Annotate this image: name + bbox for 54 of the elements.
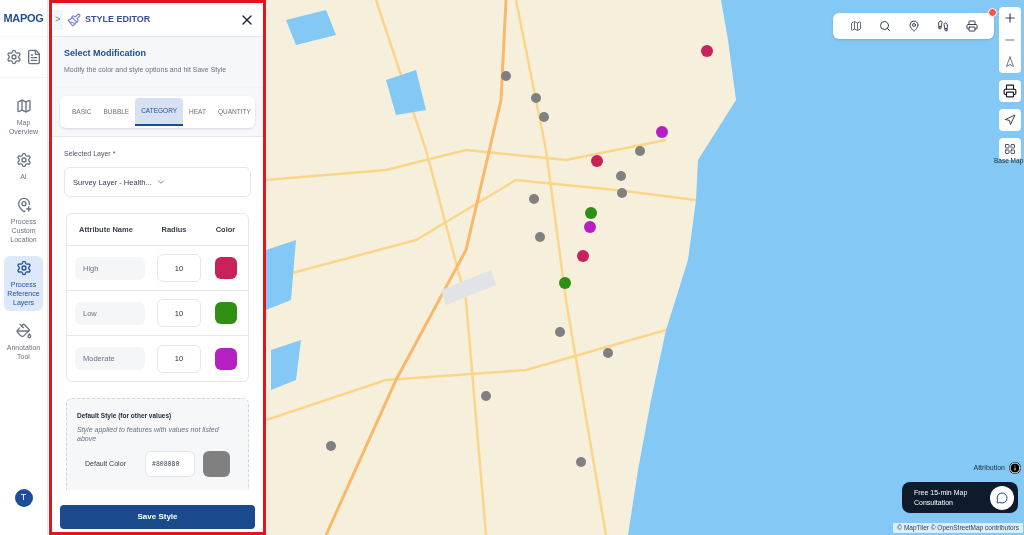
map-marker[interactable] bbox=[635, 146, 645, 156]
grid-icon bbox=[1004, 143, 1016, 155]
map-marker[interactable] bbox=[531, 93, 541, 103]
print-icon[interactable] bbox=[965, 20, 978, 32]
color-swatch[interactable] bbox=[214, 257, 237, 280]
map-marker[interactable] bbox=[585, 207, 597, 219]
avatar[interactable]: T bbox=[14, 489, 33, 507]
document-icon[interactable] bbox=[25, 49, 42, 65]
print-button[interactable] bbox=[999, 80, 1021, 102]
map-icon bbox=[15, 98, 32, 114]
map-marker[interactable] bbox=[591, 155, 603, 167]
map-marker[interactable] bbox=[501, 71, 511, 81]
logo: MAPOG bbox=[3, 10, 44, 26]
map-marker[interactable] bbox=[656, 126, 668, 138]
expand-button[interactable]: > bbox=[53, 9, 63, 30]
gear-icon bbox=[15, 152, 32, 168]
panel-title: STYLE EDITOR bbox=[85, 12, 151, 26]
map-marker[interactable] bbox=[701, 45, 713, 57]
save-style-button[interactable]: Save Style bbox=[60, 505, 255, 529]
map-marker[interactable] bbox=[616, 171, 626, 181]
brush-icon bbox=[67, 12, 81, 27]
map-marker[interactable] bbox=[539, 112, 549, 122]
map-marker[interactable] bbox=[555, 327, 565, 337]
section-title: Select Modification bbox=[64, 47, 147, 60]
pin-icon[interactable] bbox=[907, 20, 920, 32]
navigation-icon bbox=[1004, 114, 1016, 126]
close-badge[interactable] bbox=[988, 8, 997, 17]
map-marker[interactable] bbox=[529, 194, 539, 204]
color-swatch[interactable] bbox=[214, 347, 237, 370]
map-marker[interactable] bbox=[603, 348, 613, 358]
base-map-button[interactable] bbox=[999, 138, 1021, 160]
info-icon[interactable] bbox=[1009, 462, 1021, 474]
pin-icon bbox=[15, 197, 32, 213]
print-icon bbox=[1003, 84, 1017, 98]
map-marker[interactable] bbox=[559, 277, 571, 289]
map-marker[interactable] bbox=[617, 188, 627, 198]
search-icon[interactable] bbox=[878, 20, 891, 32]
map-marker[interactable] bbox=[584, 221, 596, 233]
map-marker[interactable] bbox=[576, 457, 586, 467]
locate-button[interactable] bbox=[999, 109, 1021, 131]
map-marker[interactable] bbox=[326, 441, 336, 451]
paint-bucket-icon bbox=[15, 323, 32, 339]
map-icon[interactable] bbox=[849, 20, 862, 32]
compass-icon[interactable] bbox=[1004, 56, 1016, 68]
map-marker[interactable] bbox=[481, 391, 491, 401]
settings-icon[interactable] bbox=[5, 49, 22, 65]
map-marker[interactable] bbox=[535, 232, 545, 242]
gear-icon bbox=[15, 260, 32, 276]
zoom-in-icon[interactable] bbox=[1003, 11, 1017, 25]
color-swatch[interactable] bbox=[203, 451, 230, 477]
map-marker[interactable] bbox=[577, 250, 589, 262]
measure-icon[interactable] bbox=[936, 20, 949, 32]
color-swatch[interactable] bbox=[214, 302, 237, 325]
chat-icon bbox=[996, 491, 1008, 504]
